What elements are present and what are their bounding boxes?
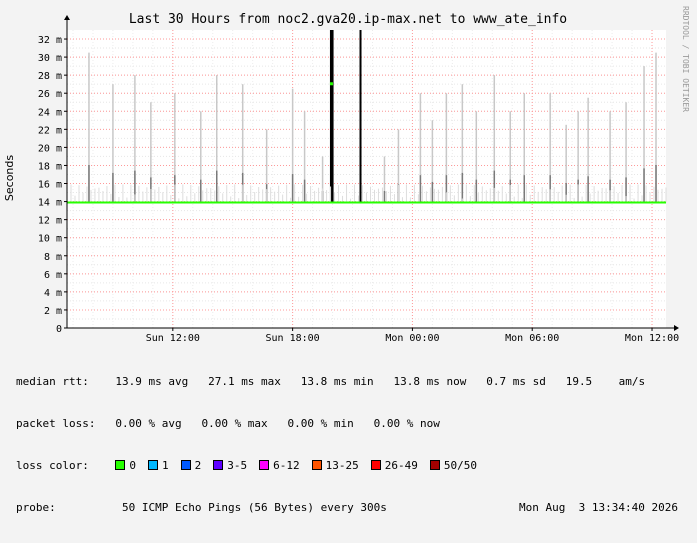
y-tick-label: 4 m	[44, 288, 62, 299]
loss-color-item: 26-49	[370, 459, 418, 473]
y-tick-label: 6 m	[44, 270, 62, 281]
y-axis-label: Seconds	[3, 155, 16, 201]
x-tick-label: Mon 12:00	[625, 333, 679, 344]
median-rtt-values: 13.9 ms avg 27.1 ms max 13.8 ms min 13.8…	[115, 375, 646, 388]
smokeping-graph: 0 2 m 4 m 6 m 8 m 10 m 12 m 14 m 16 m 18 m 20 m 22 …	[0, 0, 697, 514]
probe-label: probe:	[16, 501, 56, 514]
loss-color-swatch	[429, 460, 440, 470]
loss-color-label-item: 13-25	[325, 459, 359, 472]
plot-area	[67, 30, 666, 328]
y-tick-label: 10 m	[38, 234, 62, 245]
y-tick-label: 0	[56, 324, 62, 335]
probe-row: probe: 50 ICMP Echo Pings (56 Bytes) eve…	[16, 501, 692, 515]
median-rtt-label: median rtt:	[16, 375, 89, 388]
packet-loss-label: packet loss:	[16, 417, 96, 430]
loss-color-item: 3-5	[213, 459, 247, 473]
loss-color-item: 6-12	[259, 459, 300, 473]
x-tick-label: Sun 18:00	[266, 333, 320, 344]
loss-color-row: loss color: 0 1 2 3-5 6-12 13-25 26-49 50/50	[16, 459, 692, 473]
packet-loss-row: packet loss: 0.00 % avg 0.00 % max 0.00 …	[16, 417, 692, 431]
loss-color-item: 2	[180, 459, 202, 473]
loss-color-swatch	[259, 460, 270, 470]
loss-color-label-item: 0	[129, 459, 136, 472]
y-tick-label: 20 m	[38, 143, 62, 154]
legend: median rtt: 13.9 ms avg 27.1 ms max 13.8…	[16, 347, 692, 543]
y-tick-label: 16 m	[38, 180, 62, 191]
timestamp: Mon Aug 3 13:34:40 2026	[519, 501, 678, 514]
y-tick-label: 32 m	[38, 35, 62, 46]
loss-color-label-item: 6-12	[273, 459, 300, 472]
y-tick-label: 22 m	[38, 125, 62, 136]
y-tick-label: 12 m	[38, 216, 62, 227]
x-tick-label: Mon 06:00	[505, 333, 559, 344]
chart-title: Last 30 Hours from noc2.gva20.ip-max.net…	[129, 12, 567, 27]
y-tick-label: 26 m	[38, 89, 62, 100]
x-tick-label: Sun 12:00	[146, 333, 200, 344]
loss-color-list: 0 1 2 3-5 6-12 13-25 26-49 50/50	[115, 459, 489, 472]
y-tick-label: 2 m	[44, 306, 62, 317]
loss-color-label-item: 2	[194, 459, 202, 472]
rrdtool-watermark: RRDTOOL / TOBI OETIKER	[681, 6, 690, 112]
loss-color-item: 50/50	[429, 459, 477, 473]
loss-color-swatch	[115, 460, 126, 470]
loss-color-label-item: 1	[161, 459, 169, 472]
loss-color-label-item: 3-5	[227, 459, 248, 472]
probe-text: 50 ICMP Echo Pings (56 Bytes) every 300s	[121, 501, 387, 514]
loss-color-label-item: 26-49	[384, 459, 418, 472]
y-tick-label: 24 m	[38, 107, 62, 118]
y-tick-label: 28 m	[38, 71, 62, 82]
loss-color-swatch	[213, 460, 224, 470]
median-rtt-row: median rtt: 13.9 ms avg 27.1 ms max 13.8…	[16, 375, 692, 389]
loss-color-swatch	[147, 460, 158, 470]
loss-color-label-item: 50/50	[443, 459, 477, 472]
loss-color-item: 1	[147, 459, 169, 473]
loss-color-swatch	[180, 460, 191, 470]
y-tick-label: 8 m	[44, 252, 62, 263]
loss-color-label: loss color:	[16, 459, 89, 472]
loss-color-swatch	[311, 460, 322, 470]
loss-color-item: 13-25	[311, 459, 359, 473]
loss-color-item: 0	[115, 459, 136, 473]
y-tick-label: 14 m	[38, 198, 62, 209]
loss-color-swatch	[370, 460, 381, 470]
y-tick-label: 30 m	[38, 53, 62, 64]
median-mark	[329, 82, 333, 86]
y-tick-label: 18 m	[38, 161, 62, 172]
packet-loss-values: 0.00 % avg 0.00 % max 0.00 % min 0.00 % …	[115, 417, 440, 430]
x-tick-label: Mon 00:00	[385, 333, 439, 344]
